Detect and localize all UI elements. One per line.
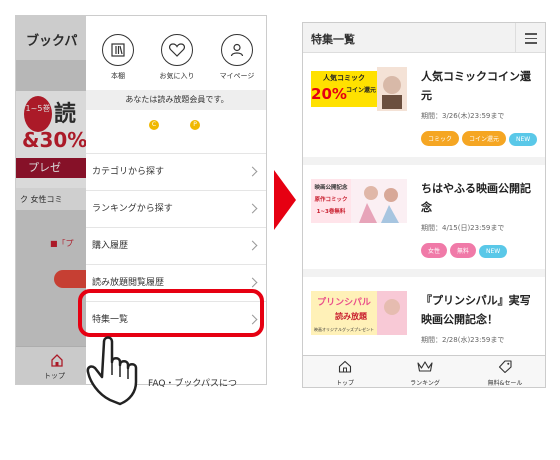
nav-ranking[interactable]: ランキング <box>385 358 465 387</box>
nav-label: ランキング <box>410 380 440 387</box>
thumb-line2: 読み放題 <box>335 311 368 321</box>
feature-title: 『プリンシパル』実写映画公開記念！ <box>421 294 531 326</box>
coin-icon: C <box>149 120 159 130</box>
menu-item-ranking[interactable]: ランキングから探す <box>86 190 266 227</box>
nav-label: 無料&セール <box>487 380 523 387</box>
feature-card[interactable]: 映画公開記念 原作コミック 1~3巻無料 ちはやふる映画公開記念 期間：4/15… <box>303 165 545 277</box>
member-status-text: あなたは読み放題会員です。 <box>86 90 266 110</box>
bookshelf-label: 本棚 <box>111 72 125 80</box>
feature-thumbnail: 人気コミック 20% コイン還元 <box>311 67 407 111</box>
thumb-line3: 映画オリジナルグッズプレゼント <box>314 326 374 332</box>
home-icon <box>338 360 352 373</box>
chevron-right-icon <box>247 277 258 288</box>
bottom-navigation: トップ ランキング 無料&セール <box>303 355 545 387</box>
right-phone-screen: 特集一覧 人気コミック 20% コイン還元 人気コミックコイン還元 期間：3/2… <box>302 22 546 388</box>
feature-period: 期間：3/26(木)23:59まで <box>421 112 505 120</box>
feature-period: 期間：4/15(日)23:59まで <box>421 224 505 232</box>
tag-icon <box>498 360 512 374</box>
mypage-button[interactable]: マイページ <box>207 34 266 81</box>
crown-icon <box>417 361 433 372</box>
point-icon: P <box>190 120 200 130</box>
tag-badge[interactable]: NEW <box>479 245 508 258</box>
tag-badge[interactable]: コミック <box>421 131 460 146</box>
feature-list-header: 特集一覧 <box>303 23 545 53</box>
nav-top[interactable]: トップ <box>305 358 385 387</box>
menu-item-label: ランキングから探す <box>92 204 173 214</box>
feature-tags: コミック コイン還元 NEW <box>421 126 543 152</box>
feature-thumbnail: プリンシパル 読み放題 映画オリジナルグッズプレゼント <box>311 291 407 335</box>
hamburger-menu-icon[interactable] <box>515 23 545 53</box>
favorites-button[interactable]: お気に入り <box>147 34 207 81</box>
drawer-top-icons: 本棚 お気に入り マイページ <box>86 34 266 90</box>
feature-period: 期間：2/28(水)23:59まで <box>421 336 505 344</box>
tag-badge[interactable]: 女性 <box>421 243 448 258</box>
heart-icon <box>169 43 185 57</box>
thumb-line1: 人気コミック <box>323 73 365 82</box>
nav-label: トップ <box>335 380 354 387</box>
menu-item-label: 読み放題閲覧履歴 <box>92 278 165 288</box>
chevron-right-icon <box>247 203 258 214</box>
tag-badge[interactable]: コイン還元 <box>462 131 507 146</box>
feature-card[interactable]: 人気コミック 20% コイン還元 人気コミックコイン還元 期間：3/26(木)2… <box>303 53 545 165</box>
tag-badge[interactable]: 無料 <box>450 243 477 258</box>
bookshelf-button[interactable]: 本棚 <box>88 34 148 81</box>
thumb-line3: コイン還元 <box>346 86 376 94</box>
nav-free-sale[interactable]: 無料&セール <box>465 358 545 387</box>
menu-item-label: 購入履歴 <box>92 241 129 251</box>
thumb-line1: 映画公開記念 <box>314 183 348 191</box>
favorites-label: お気に入り <box>159 72 195 80</box>
tag-badge[interactable]: NEW <box>509 133 538 146</box>
menu-item-category[interactable]: カテゴリから探す <box>86 153 266 190</box>
menu-item-purchase-history[interactable]: 購入履歴 <box>86 227 266 264</box>
mypage-label: マイページ <box>219 72 255 80</box>
chevron-right-icon <box>247 240 258 251</box>
faq-link[interactable]: FAQ・ブックパスにつ <box>148 376 237 389</box>
feature-tags: 女性 無料 NEW <box>421 238 543 264</box>
bookshelf-icon <box>111 43 125 57</box>
feature-thumbnail: 映画公開記念 原作コミック 1~3巻無料 <box>311 179 407 223</box>
chevron-right-icon <box>247 166 258 177</box>
thumb-line3: 1~3巻無料 <box>317 207 346 215</box>
pointing-hand-icon <box>86 336 138 406</box>
feature-title: ちはやふる映画公開記念 <box>421 182 531 214</box>
person-icon <box>230 43 244 57</box>
thumb-line2: 20% <box>311 85 347 103</box>
feature-title: 人気コミックコイン還元 <box>421 70 531 102</box>
menu-item-label: カテゴリから探す <box>92 167 165 177</box>
thumb-line1: プリンシパル <box>317 296 371 308</box>
transition-arrow-icon <box>274 170 296 230</box>
thumb-line2: 原作コミック <box>314 195 347 203</box>
page-title: 特集一覧 <box>311 33 355 46</box>
